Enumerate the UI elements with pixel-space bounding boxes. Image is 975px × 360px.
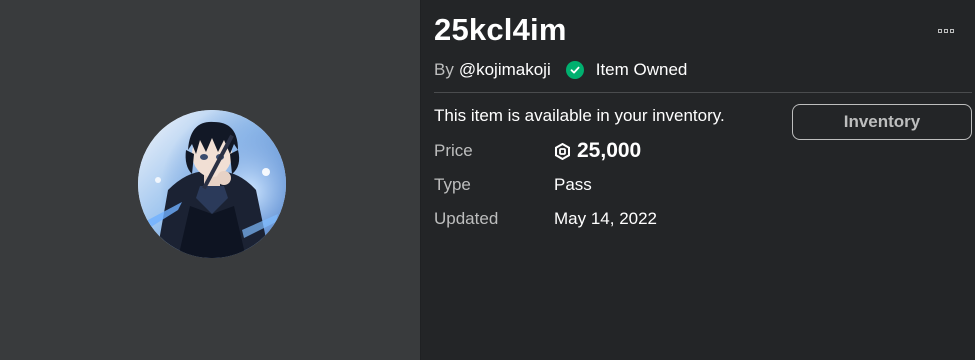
item-details-page: 25kcl4im By @kojimakoji Item Owned This … (0, 0, 975, 360)
inventory-button[interactable]: Inventory (792, 104, 972, 140)
type-label: Type (434, 175, 471, 194)
price-value-wrap: 25,000 (554, 139, 641, 163)
check-circle-icon (565, 61, 584, 79)
updated-label: Updated (434, 209, 499, 228)
price-label: Price (434, 141, 473, 160)
type-value: Pass (554, 175, 592, 194)
availability-text: This item is available in your inventory… (434, 106, 725, 125)
thumbnail-panel (0, 0, 421, 360)
item-title: 25kcl4im (434, 12, 567, 47)
owned-status: Item Owned (595, 60, 688, 79)
type-row: Type Pass (434, 174, 592, 196)
item-thumbnail (138, 110, 286, 258)
divider (434, 92, 972, 93)
item-thumbnail-image (138, 110, 286, 258)
price-row: Price 25,000 (434, 139, 641, 163)
updated-value: May 14, 2022 (554, 209, 658, 228)
item-details: 25kcl4im By @kojimakoji Item Owned This … (434, 0, 972, 360)
updated-row: Updated May 14, 2022 (434, 208, 657, 230)
more-options-icon[interactable] (936, 26, 956, 36)
by-prefix: By (434, 60, 454, 79)
robux-icon (554, 142, 571, 160)
creator-byline: By @kojimakoji Item Owned (434, 60, 687, 80)
creator-link[interactable]: @kojimakoji (459, 60, 551, 80)
price-value: 25,000 (577, 139, 642, 162)
